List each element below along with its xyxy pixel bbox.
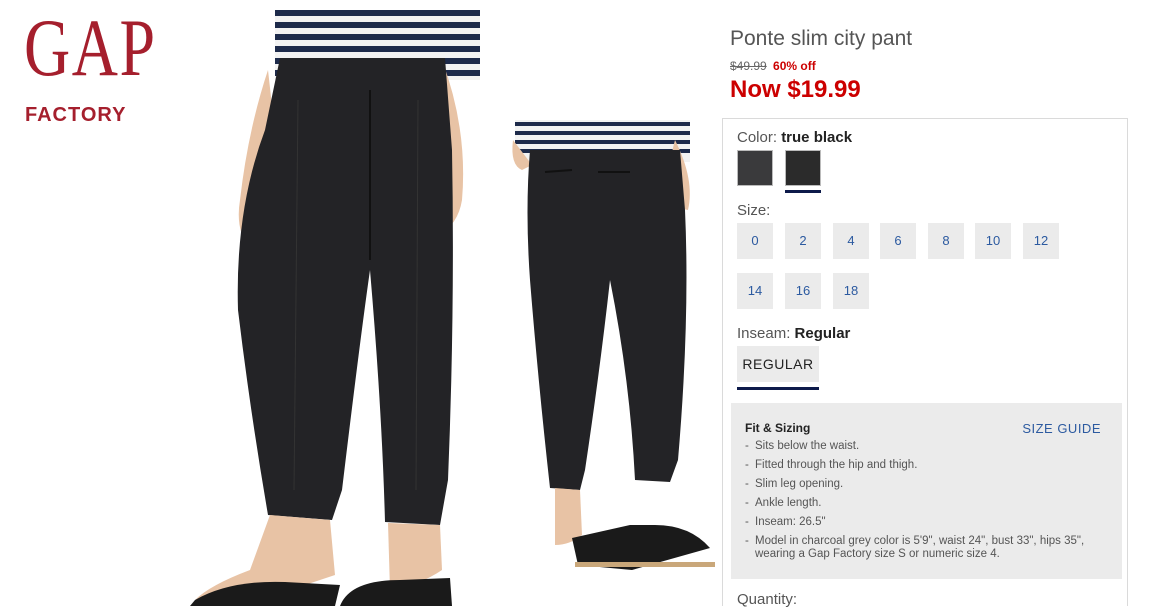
product-photo-front[interactable] [190, 10, 490, 606]
size-option-8[interactable]: 8 [928, 223, 964, 259]
size-option-18[interactable]: 18 [833, 273, 869, 309]
original-price: $49.99 [730, 59, 767, 73]
size-option-14[interactable]: 14 [737, 273, 773, 309]
product-photo-back[interactable] [510, 120, 715, 570]
product-title: Ponte slim city pant [730, 27, 913, 50]
size-label: Size: [737, 202, 771, 219]
fit-sizing-title: Fit & Sizing [745, 421, 811, 435]
fit-sizing-box: Fit & Sizing SIZE GUIDE Sits below the w… [731, 403, 1122, 579]
fit-details-list: Sits below the waist. Fitted through the… [745, 440, 1095, 567]
product-options-panel: Color: true black Size: 0 2 4 6 8 10 12 … [722, 118, 1128, 608]
inseam-label: Inseam: Regular [737, 325, 851, 342]
size-option-6[interactable]: 6 [880, 223, 916, 259]
size-option-16[interactable]: 16 [785, 273, 821, 309]
swatch-charcoal-grey[interactable] [737, 150, 773, 186]
size-option-12[interactable]: 12 [1023, 223, 1059, 259]
size-guide-link[interactable]: SIZE GUIDE [1022, 421, 1101, 436]
pants-back [527, 150, 687, 490]
swatch-true-black[interactable] [785, 150, 821, 193]
list-item: Sits below the waist. [745, 440, 1095, 453]
list-item: Inseam: 26.5" [745, 516, 1095, 529]
list-item: Ankle length. [745, 497, 1095, 510]
selected-inseam: Regular [794, 325, 851, 342]
color-label: Color: true black [737, 129, 853, 146]
logo-factory-text: FACTORY [25, 104, 127, 126]
list-item: Model in charcoal grey color is 5'9", wa… [745, 535, 1095, 561]
pants-front [237, 58, 453, 525]
quantity-label: Quantity: [737, 591, 798, 608]
size-option-2[interactable]: 2 [785, 223, 821, 259]
size-option-10[interactable]: 10 [975, 223, 1011, 259]
size-option-0[interactable]: 0 [737, 223, 773, 259]
sale-price: Now $19.99 [730, 76, 861, 103]
gap-factory-logo[interactable]: GAP FACTORY [22, 6, 155, 127]
logo-gap-text: GAP [24, 2, 157, 93]
price-row: $49.99 60% off [730, 59, 816, 73]
list-item: Fitted through the hip and thigh. [745, 459, 1095, 472]
shoe-right [340, 578, 452, 606]
selected-color: true black [781, 129, 853, 146]
discount-badge: 60% off [773, 59, 816, 73]
list-item: Slim leg opening. [745, 478, 1095, 491]
shoe-left [190, 581, 340, 606]
inseam-selected-indicator [737, 387, 819, 390]
inseam-regular-button[interactable]: REGULAR [737, 346, 819, 382]
size-option-4[interactable]: 4 [833, 223, 869, 259]
